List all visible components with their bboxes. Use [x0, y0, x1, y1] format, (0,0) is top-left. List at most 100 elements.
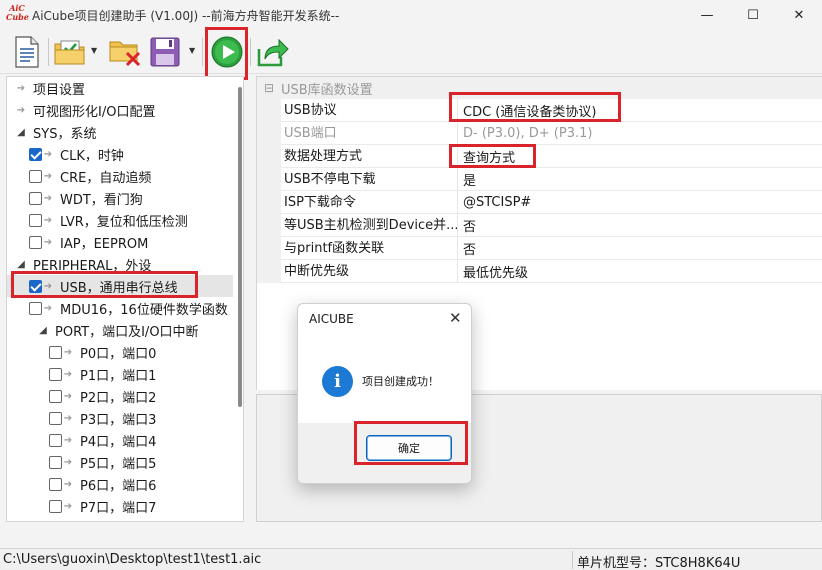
- new-project-button[interactable]: [10, 34, 44, 70]
- property-value[interactable]: D- (P3.0), D+ (P3.1): [458, 126, 592, 141]
- tree-item-label: 可视图形化I/O口配置: [33, 104, 156, 120]
- tree-checkbox[interactable]: [29, 279, 42, 293]
- dialog-footer: 确定: [298, 423, 471, 483]
- tree-item[interactable]: ➔ P0口，端口0: [7, 341, 233, 363]
- open-dropdown-arrow[interactable]: ▼: [91, 46, 97, 55]
- property-value[interactable]: 最低优先级: [458, 262, 528, 281]
- property-row[interactable]: 数据处理方式 查询方式: [257, 144, 822, 168]
- row-gutter: [257, 190, 281, 214]
- property-row[interactable]: 与printf函数关联否: [257, 236, 822, 260]
- tree-item[interactable]: ➔ P6口，端口6: [7, 473, 233, 495]
- tree-checkbox[interactable]: [29, 147, 42, 161]
- run-create-button[interactable]: [209, 34, 245, 70]
- delete-project-icon: [109, 41, 141, 67]
- tree-item[interactable]: ◢ PORT，端口及I/O口中断: [7, 319, 233, 341]
- close-window-button[interactable]: ✕: [776, 0, 822, 30]
- property-name: USB协议: [281, 98, 458, 122]
- tree-item-label: P4口，端口4: [80, 434, 157, 450]
- property-name: 数据处理方式: [281, 144, 458, 168]
- delete-project-button[interactable]: [108, 34, 142, 70]
- grid-section-header[interactable]: ⊟ USB库函数设置: [257, 77, 822, 99]
- tree-item[interactable]: ➔ IAP，EEPROM: [7, 231, 233, 253]
- collapse-icon[interactable]: ⊟: [257, 81, 281, 95]
- tree-checkbox[interactable]: [29, 169, 42, 183]
- export-button[interactable]: [256, 34, 290, 70]
- tree-item[interactable]: ➔ 可视图形化I/O口配置: [7, 99, 233, 121]
- open-project-icon: [54, 40, 85, 65]
- arrow-right-icon: ➔: [16, 82, 26, 94]
- tree-item[interactable]: ◢ PERIPHERAL，外设: [7, 253, 233, 275]
- property-value[interactable]: 查询方式: [458, 147, 515, 166]
- expand-icon[interactable]: ◢: [37, 325, 49, 336]
- property-row[interactable]: USB端口 D- (P3.0), D+ (P3.1): [257, 121, 822, 145]
- row-gutter: [257, 167, 281, 191]
- tree-item[interactable]: ◢ SYS，系统: [7, 121, 233, 143]
- property-row[interactable]: ISP下载命令 @STCISP#: [257, 190, 822, 214]
- arrow-right-icon: ➔: [43, 170, 53, 182]
- tree-item[interactable]: ➔ P2口，端口2: [7, 385, 233, 407]
- property-row[interactable]: 等USB主机检测到Device并... 否: [257, 213, 822, 237]
- tree-item-label: P2口，端口2: [80, 390, 157, 406]
- tree-checkbox[interactable]: [29, 213, 42, 227]
- tree-item[interactable]: ➔ 项目设置: [7, 77, 233, 99]
- maximize-button[interactable]: ☐: [730, 0, 776, 30]
- tree-item-label: P0口，端口0: [80, 346, 157, 362]
- property-row[interactable]: 中断优先级 最低优先级: [257, 259, 822, 283]
- arrow-right-icon: ➔: [43, 192, 53, 204]
- minimize-button[interactable]: —: [684, 0, 730, 30]
- tree-item[interactable]: ➔ WDT，看门狗: [7, 187, 233, 209]
- tree-item[interactable]: ➔ P4口，端口4: [7, 429, 233, 451]
- tree-item[interactable]: ➔ P3口，端口3: [7, 407, 233, 429]
- property-value[interactable]: CDC (通信设备类协议): [458, 101, 596, 120]
- arrow-right-icon: ➔: [63, 346, 73, 358]
- property-name: ISP下载命令: [281, 190, 458, 214]
- tree-item[interactable]: ➔ P7口，端口7: [7, 495, 233, 517]
- ok-button[interactable]: 确定: [366, 435, 452, 461]
- tree-checkbox[interactable]: [29, 235, 42, 249]
- row-gutter: [257, 144, 281, 168]
- tree-checkbox[interactable]: [49, 477, 62, 491]
- arrow-right-icon: ➔: [63, 390, 73, 402]
- tree-checkbox[interactable]: [49, 499, 62, 513]
- tree-checkbox[interactable]: [49, 389, 62, 403]
- row-gutter: [257, 259, 281, 283]
- property-value[interactable]: @STCISP#: [458, 195, 531, 210]
- property-row[interactable]: USB不停电下载是: [257, 167, 822, 191]
- expand-icon[interactable]: ◢: [15, 259, 27, 270]
- dialog-message: 项目创建成功！: [362, 375, 439, 388]
- tree-item-label: PERIPHERAL，外设: [33, 258, 152, 274]
- tree-item[interactable]: ➔ LVR，复位和低压检测: [7, 209, 233, 231]
- open-project-button[interactable]: [53, 34, 87, 70]
- tree-item[interactable]: ➔ USB，通用串行总线: [7, 275, 233, 297]
- row-gutter: [257, 213, 281, 237]
- tree-checkbox[interactable]: [49, 433, 62, 447]
- arrow-right-icon: ➔: [43, 302, 53, 314]
- tree-item[interactable]: ➔ CRE，自动追频: [7, 165, 233, 187]
- tree-vertical-scrollbar[interactable]: [238, 87, 242, 407]
- tree-checkbox[interactable]: [29, 301, 42, 315]
- property-row[interactable]: USB协议 CDC (通信设备类协议): [257, 98, 822, 122]
- property-value[interactable]: 否: [458, 239, 476, 258]
- tree-checkbox[interactable]: [49, 345, 62, 359]
- info-icon: i: [322, 366, 353, 397]
- dialog-close-button[interactable]: ✕: [449, 309, 462, 327]
- property-value[interactable]: 是: [458, 170, 476, 189]
- feature-tree: ➔ 项目设置 ➔ 可视图形化I/O口配置 ◢ SYS，系统 ➔ CLK，时钟 ➔ CRE，自动追频…: [6, 76, 244, 522]
- tree-checkbox[interactable]: [49, 367, 62, 381]
- tree-item-label: SYS，系统: [33, 126, 97, 142]
- row-gutter: [257, 236, 281, 260]
- save-dropdown-arrow[interactable]: ▼: [189, 46, 195, 55]
- property-value[interactable]: 否: [458, 216, 476, 235]
- tree-checkbox[interactable]: [49, 411, 62, 425]
- tree-item-label: P1口，端口1: [80, 368, 157, 384]
- tree-checkbox[interactable]: [49, 455, 62, 469]
- logo-text-bottom: Cube: [6, 12, 29, 22]
- tree-item[interactable]: ➔ MDU16，16位硬件数学函数: [7, 297, 233, 319]
- expand-icon[interactable]: ◢: [15, 127, 27, 138]
- tree-checkbox[interactable]: [29, 191, 42, 205]
- tree-item[interactable]: ➔ CLK，时钟: [7, 143, 233, 165]
- tree-item[interactable]: ➔ P1口，端口1: [7, 363, 233, 385]
- success-dialog: AICUBE ✕ i 项目创建成功！ 确定: [297, 303, 472, 484]
- save-project-button[interactable]: [148, 34, 182, 70]
- tree-item[interactable]: ➔ P5口，端口5: [7, 451, 233, 473]
